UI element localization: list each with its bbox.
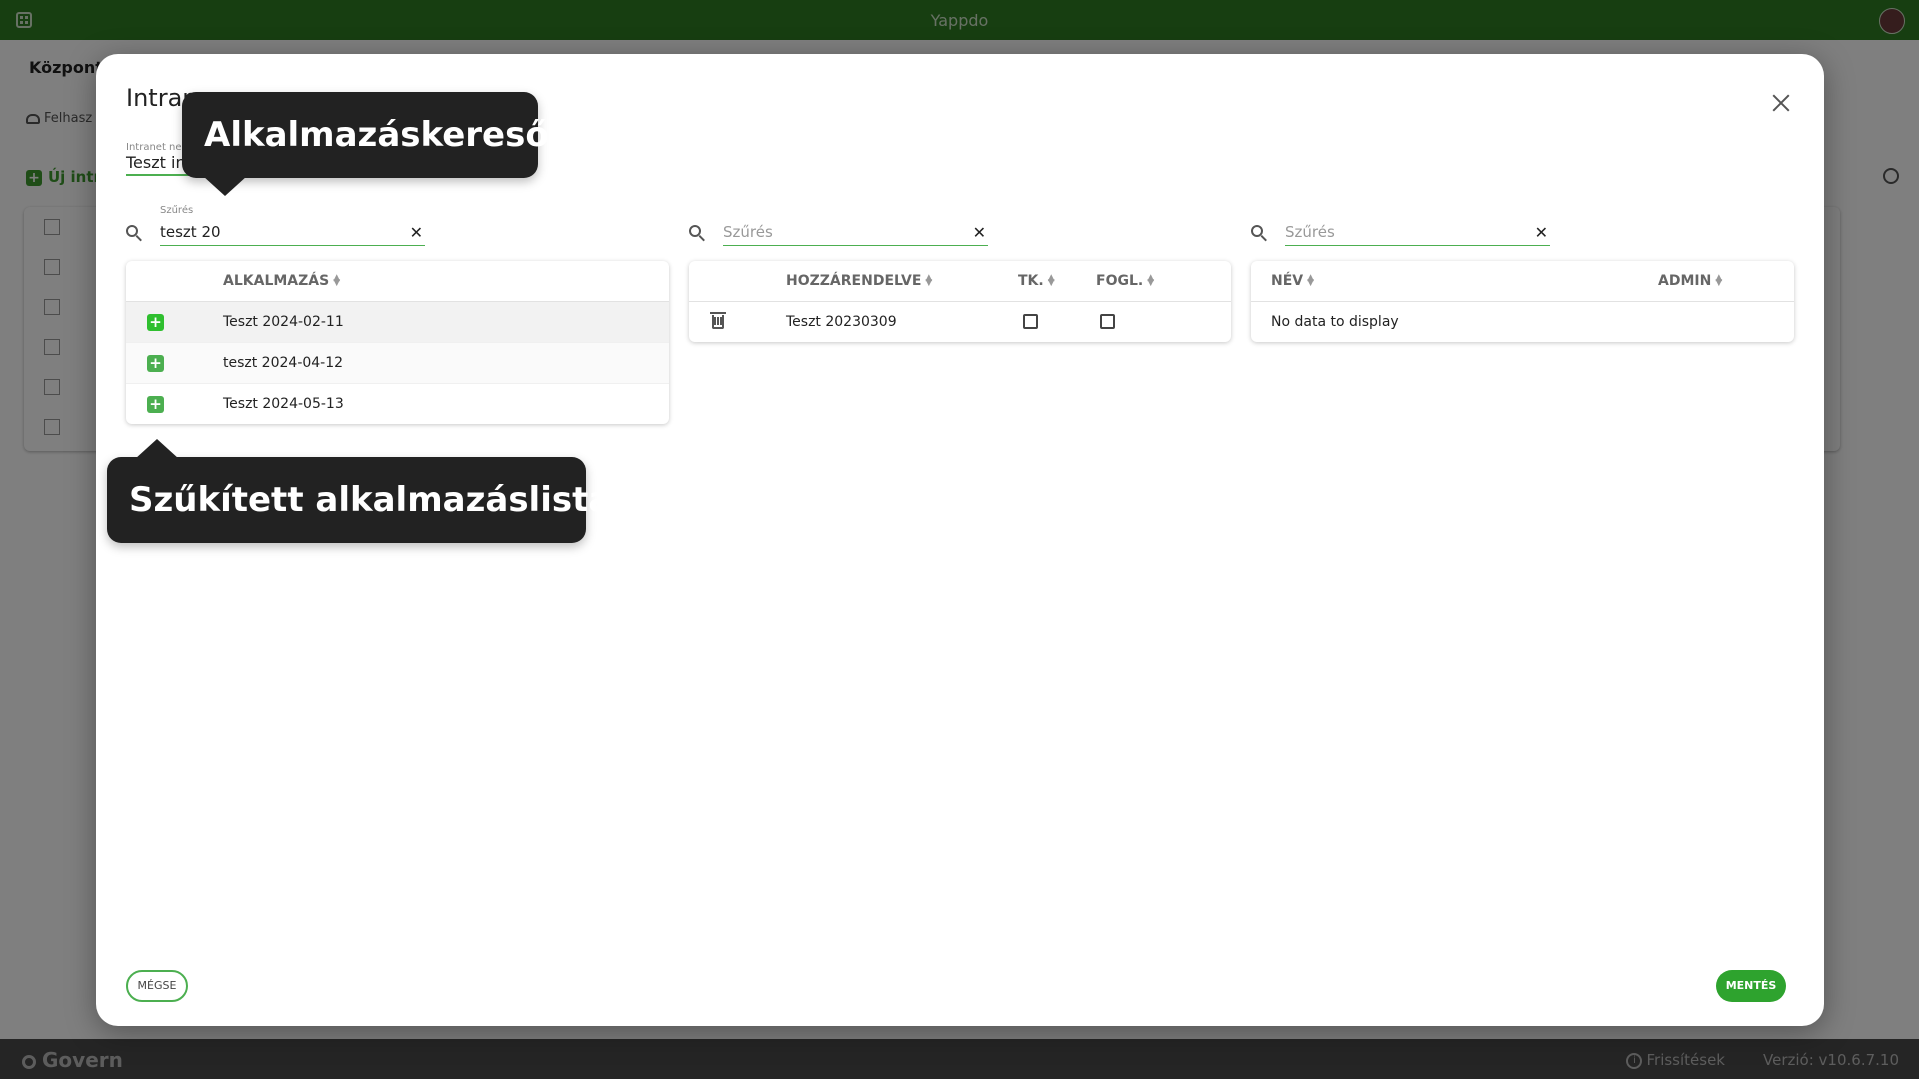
clear-icon[interactable]: ✕	[410, 223, 423, 242]
save-button[interactable]: MENTÉS	[1716, 970, 1786, 1002]
list-item[interactable]: + Teszt 2024-05-13	[126, 384, 669, 424]
apps-list-header: ALKALMAZÁS ▲ ▼	[126, 261, 669, 302]
callout-arrow	[203, 176, 247, 196]
column-header-app[interactable]: ALKALMAZÁS ▲ ▼	[223, 273, 340, 289]
column-header-app-label: ALKALMAZÁS	[223, 273, 330, 289]
apps-filter: Szűrés ✕	[126, 203, 457, 246]
callout-app-search-text: Alkalmazáskereső	[204, 115, 549, 155]
close-icon[interactable]	[1768, 90, 1794, 116]
apps-list: ALKALMAZÁS ▲ ▼ + Teszt 2024-02-11 + teszt …	[126, 261, 669, 424]
search-icon	[689, 225, 705, 242]
users-filter-field: ✕	[1285, 203, 1550, 246]
clear-icon[interactable]: ✕	[973, 223, 986, 242]
column-header-admin[interactable]: ADMIN ▲ ▼	[1658, 273, 1722, 289]
app-name: Teszt 2024-02-11	[223, 314, 344, 330]
assigned-filter-input[interactable]	[723, 223, 958, 241]
column-header-admin-label: ADMIN	[1658, 273, 1712, 289]
clear-icon[interactable]: ✕	[1535, 223, 1548, 242]
tk-checkbox[interactable]	[1023, 314, 1038, 329]
column-header-tk[interactable]: TK. ▲ ▼	[1018, 273, 1055, 289]
column-header-tk-label: TK.	[1018, 273, 1044, 289]
app-name: Teszt 2024-05-13	[223, 396, 344, 412]
assigned-filter: ✕	[689, 203, 1020, 246]
add-icon[interactable]: +	[147, 396, 164, 413]
column-header-assigned[interactable]: HOZZÁRENDELVE ▲ ▼	[786, 273, 932, 289]
column-header-name[interactable]: NÉV ▲ ▼	[1271, 273, 1314, 289]
search-icon	[126, 225, 142, 242]
sort-icon: ▲ ▼	[333, 273, 341, 288]
sort-icon: ▲ ▼	[1047, 273, 1055, 288]
assigned-filter-field: ✕	[723, 203, 988, 246]
sort-icon: ▲ ▼	[1147, 273, 1155, 288]
app-name: teszt 2024-04-12	[223, 355, 344, 371]
callout-arrow	[135, 439, 179, 459]
cancel-button[interactable]: MÉGSE	[126, 970, 188, 1002]
assigned-list-header: HOZZÁRENDELVE ▲ ▼ TK. ▲ ▼ FOGL. ▲ ▼	[689, 261, 1231, 302]
callout-app-search: Alkalmazáskereső	[182, 92, 549, 196]
table-row[interactable]: Teszt 20230309	[689, 302, 1231, 342]
column-header-fogl[interactable]: FOGL. ▲ ▼	[1096, 273, 1154, 289]
apps-filter-label: Szűrés	[160, 205, 194, 216]
apps-filter-field: Szűrés ✕	[160, 203, 425, 246]
assigned-list: HOZZÁRENDELVE ▲ ▼ TK. ▲ ▼ FOGL. ▲ ▼ Teszt 2023…	[689, 261, 1231, 342]
sort-icon: ▲ ▼	[925, 273, 933, 288]
users-filter-input[interactable]	[1285, 223, 1520, 241]
column-header-fogl-label: FOGL.	[1096, 273, 1144, 289]
list-item[interactable]: + Teszt 2024-02-11	[126, 302, 669, 343]
search-icon	[1251, 225, 1267, 242]
users-list-header: NÉV ▲ ▼ ADMIN ▲ ▼	[1251, 261, 1794, 302]
sort-icon: ▲ ▼	[1715, 273, 1723, 288]
empty-row: No data to display	[1251, 302, 1794, 342]
callout-filtered-list: Szűkített alkalmazáslista	[107, 439, 611, 543]
assigned-app-name: Teszt 20230309	[786, 314, 897, 330]
list-item[interactable]: + teszt 2024-04-12	[126, 343, 669, 384]
column-header-assigned-label: HOZZÁRENDELVE	[786, 273, 922, 289]
users-filter: ✕	[1251, 203, 1582, 246]
add-icon[interactable]: +	[147, 314, 164, 331]
column-header-name-label: NÉV	[1271, 273, 1304, 289]
users-list: NÉV ▲ ▼ ADMIN ▲ ▼ No data to display	[1251, 261, 1794, 342]
add-icon[interactable]: +	[147, 355, 164, 372]
fogl-checkbox[interactable]	[1100, 314, 1115, 329]
callout-filtered-list-text: Szűkített alkalmazáslista	[129, 480, 612, 520]
apps-filter-input[interactable]	[160, 223, 395, 241]
trash-icon[interactable]	[710, 312, 726, 329]
empty-text: No data to display	[1271, 314, 1399, 330]
sort-icon: ▲ ▼	[1307, 273, 1315, 288]
